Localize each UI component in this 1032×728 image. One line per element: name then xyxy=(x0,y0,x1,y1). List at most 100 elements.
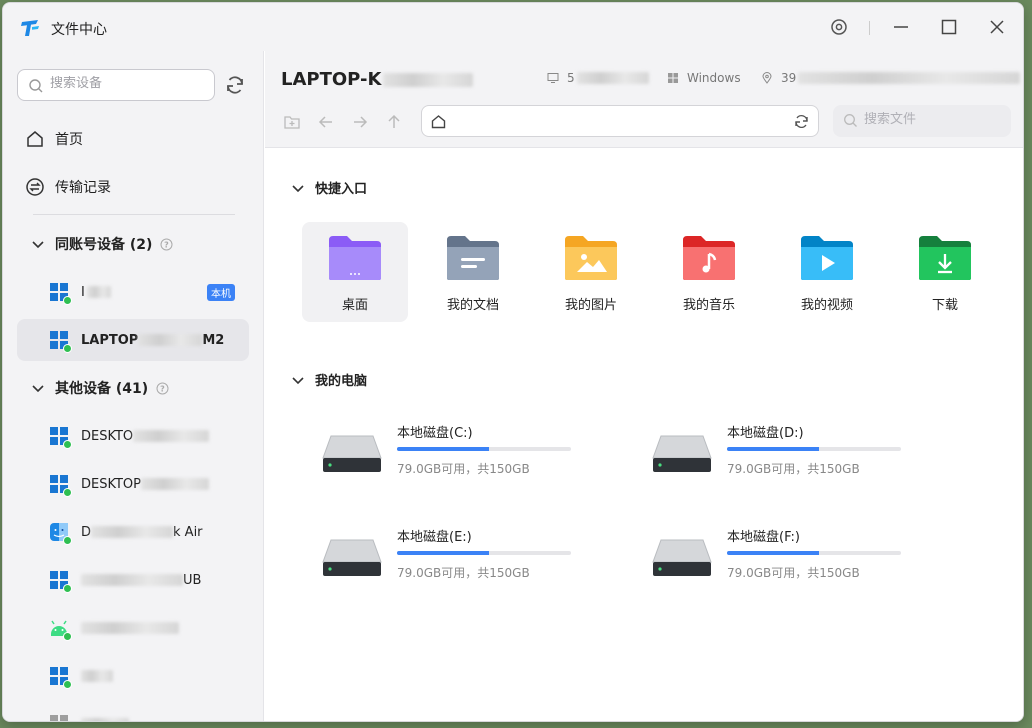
quick-item-label: 桌面 xyxy=(341,298,368,313)
arrow-left-icon[interactable] xyxy=(317,113,335,131)
disk-name: 本地磁盘(F:) xyxy=(727,530,800,545)
app-window: 文件中心 首页 传输记录 xyxy=(2,2,1024,722)
path-bar[interactable] xyxy=(421,105,819,137)
quick-access-header[interactable]: 快捷入口 xyxy=(291,178,367,197)
group-other-devices[interactable]: 其他设备 (41) ? xyxy=(31,376,169,400)
sidebar-item-transfers[interactable]: 传输记录 xyxy=(25,175,111,199)
sidebar: 首页 传输记录 同账号设备 (2) ? I 本机 LAPTOP xyxy=(3,51,264,721)
file-search-input[interactable] xyxy=(864,112,1004,127)
arrow-up-icon[interactable] xyxy=(385,113,403,131)
quick-item-desktop[interactable]: 桌面 xyxy=(302,222,408,322)
redacted-text xyxy=(138,334,203,346)
quick-item-label: 下载 xyxy=(931,298,958,313)
device-title-text: LAPTOP-K xyxy=(281,69,382,90)
sidebar-item-home[interactable]: 首页 xyxy=(25,127,83,151)
arrow-right-icon[interactable] xyxy=(351,113,369,131)
quick-item-documents[interactable]: 我的文档 xyxy=(420,222,526,322)
quick-item-music[interactable]: 我的音乐 xyxy=(656,222,762,322)
windows-icon xyxy=(668,73,678,83)
device-item-other[interactable] xyxy=(17,607,249,649)
disk-usage-fill xyxy=(397,551,489,555)
device-location-text: 39 xyxy=(781,71,797,85)
refresh-icon[interactable] xyxy=(793,113,810,130)
device-search-input[interactable] xyxy=(50,76,200,91)
device-item-other[interactable] xyxy=(17,655,249,697)
home-icon[interactable] xyxy=(430,113,447,130)
minimize-button[interactable] xyxy=(887,13,915,41)
device-label-end: UB xyxy=(183,572,202,588)
home-label: 首页 xyxy=(55,132,83,148)
pictures-folder-icon xyxy=(565,236,617,280)
device-item-other[interactable]: D k Air xyxy=(17,511,249,553)
documents-folder-icon xyxy=(447,236,499,280)
device-model-text: 5 xyxy=(567,71,575,85)
app-logo-icon xyxy=(21,20,39,36)
redacted-text xyxy=(798,72,1021,84)
my-computer-header[interactable]: 我的电脑 xyxy=(291,370,367,389)
device-item-laptop[interactable]: LAPTOP M2 xyxy=(17,319,249,361)
home-icon xyxy=(27,131,43,147)
file-search-box[interactable] xyxy=(833,105,1011,137)
mac-icon xyxy=(49,522,72,545)
disk-item[interactable]: 本地磁盘(C:) 79.0GB可用，共150GB xyxy=(321,422,581,492)
windows-icon xyxy=(49,426,72,449)
quick-item-videos[interactable]: 我的视频 xyxy=(774,222,880,322)
device-label-end: M2 xyxy=(202,332,225,348)
disk-item[interactable]: 本地磁盘(E:) 79.0GB可用，共150GB xyxy=(321,526,581,596)
refresh-devices-icon[interactable] xyxy=(223,73,247,97)
device-label: I xyxy=(81,284,85,300)
windows-icon xyxy=(49,666,72,689)
windows-icon xyxy=(49,570,72,593)
my-computer-title: 我的电脑 xyxy=(315,374,368,389)
redacted-text xyxy=(133,430,210,442)
disk-capacity: 79.0GB可用，共150GB xyxy=(397,462,530,476)
disk-capacity: 79.0GB可用，共150GB xyxy=(727,462,860,476)
online-status-dot xyxy=(63,584,72,593)
device-model-info: 5 xyxy=(547,71,649,85)
disk-item[interactable]: 本地磁盘(D:) 79.0GB可用，共150GB xyxy=(651,422,911,492)
device-item-local[interactable]: I 本机 xyxy=(17,271,249,313)
quick-item-downloads[interactable]: 下载 xyxy=(892,222,998,322)
videos-folder-icon xyxy=(801,236,853,280)
online-status-dot xyxy=(63,680,72,689)
disk-usage-bar xyxy=(727,551,901,555)
settings-button[interactable] xyxy=(825,13,853,41)
quick-item-label: 我的视频 xyxy=(800,298,853,313)
close-button[interactable] xyxy=(983,13,1011,41)
transfer-label: 传输记录 xyxy=(55,180,111,196)
device-item-other[interactable]: DESKTO xyxy=(17,415,249,457)
close-icon xyxy=(990,20,1004,34)
window-title: 文件中心 xyxy=(51,22,107,38)
group-same-label: 同账号设备 (2) xyxy=(55,237,153,253)
titlebar-divider xyxy=(869,21,870,35)
quick-item-pictures[interactable]: 我的图片 xyxy=(538,222,644,322)
windows-icon xyxy=(49,330,72,353)
online-status-dot xyxy=(63,488,72,497)
device-os-text: Windows xyxy=(687,71,741,85)
device-label-end: k Air xyxy=(173,524,203,540)
online-status-dot xyxy=(63,632,72,641)
transfer-icon xyxy=(26,178,44,196)
device-search-box[interactable] xyxy=(17,69,215,101)
quick-item-label: 我的文档 xyxy=(446,298,499,313)
android-icon xyxy=(49,618,72,641)
help-icon[interactable]: ? xyxy=(156,382,169,395)
disk-name: 本地磁盘(E:) xyxy=(397,530,472,545)
disk-item[interactable]: 本地磁盘(F:) 79.0GB可用，共150GB xyxy=(651,526,911,596)
device-item-other[interactable]: UB xyxy=(17,559,249,601)
group-same-account[interactable]: 同账号设备 (2) ? xyxy=(31,232,173,256)
hard-drive-icon xyxy=(652,539,712,576)
device-item-other[interactable]: DESKTOP xyxy=(17,463,249,505)
online-status-dot xyxy=(63,344,72,353)
disk-usage-bar xyxy=(727,447,901,451)
music-folder-icon xyxy=(683,236,735,280)
device-item-other[interactable] xyxy=(17,703,249,721)
new-folder-icon[interactable] xyxy=(283,113,301,131)
maximize-button[interactable] xyxy=(935,13,963,41)
help-icon[interactable]: ? xyxy=(160,238,173,251)
device-label-start: DESKTOP xyxy=(81,476,142,492)
disk-capacity: 79.0GB可用，共150GB xyxy=(727,566,860,580)
windows-icon xyxy=(49,474,72,497)
device-title: LAPTOP-K xyxy=(281,69,474,90)
quick-access-title: 快捷入口 xyxy=(315,182,368,197)
